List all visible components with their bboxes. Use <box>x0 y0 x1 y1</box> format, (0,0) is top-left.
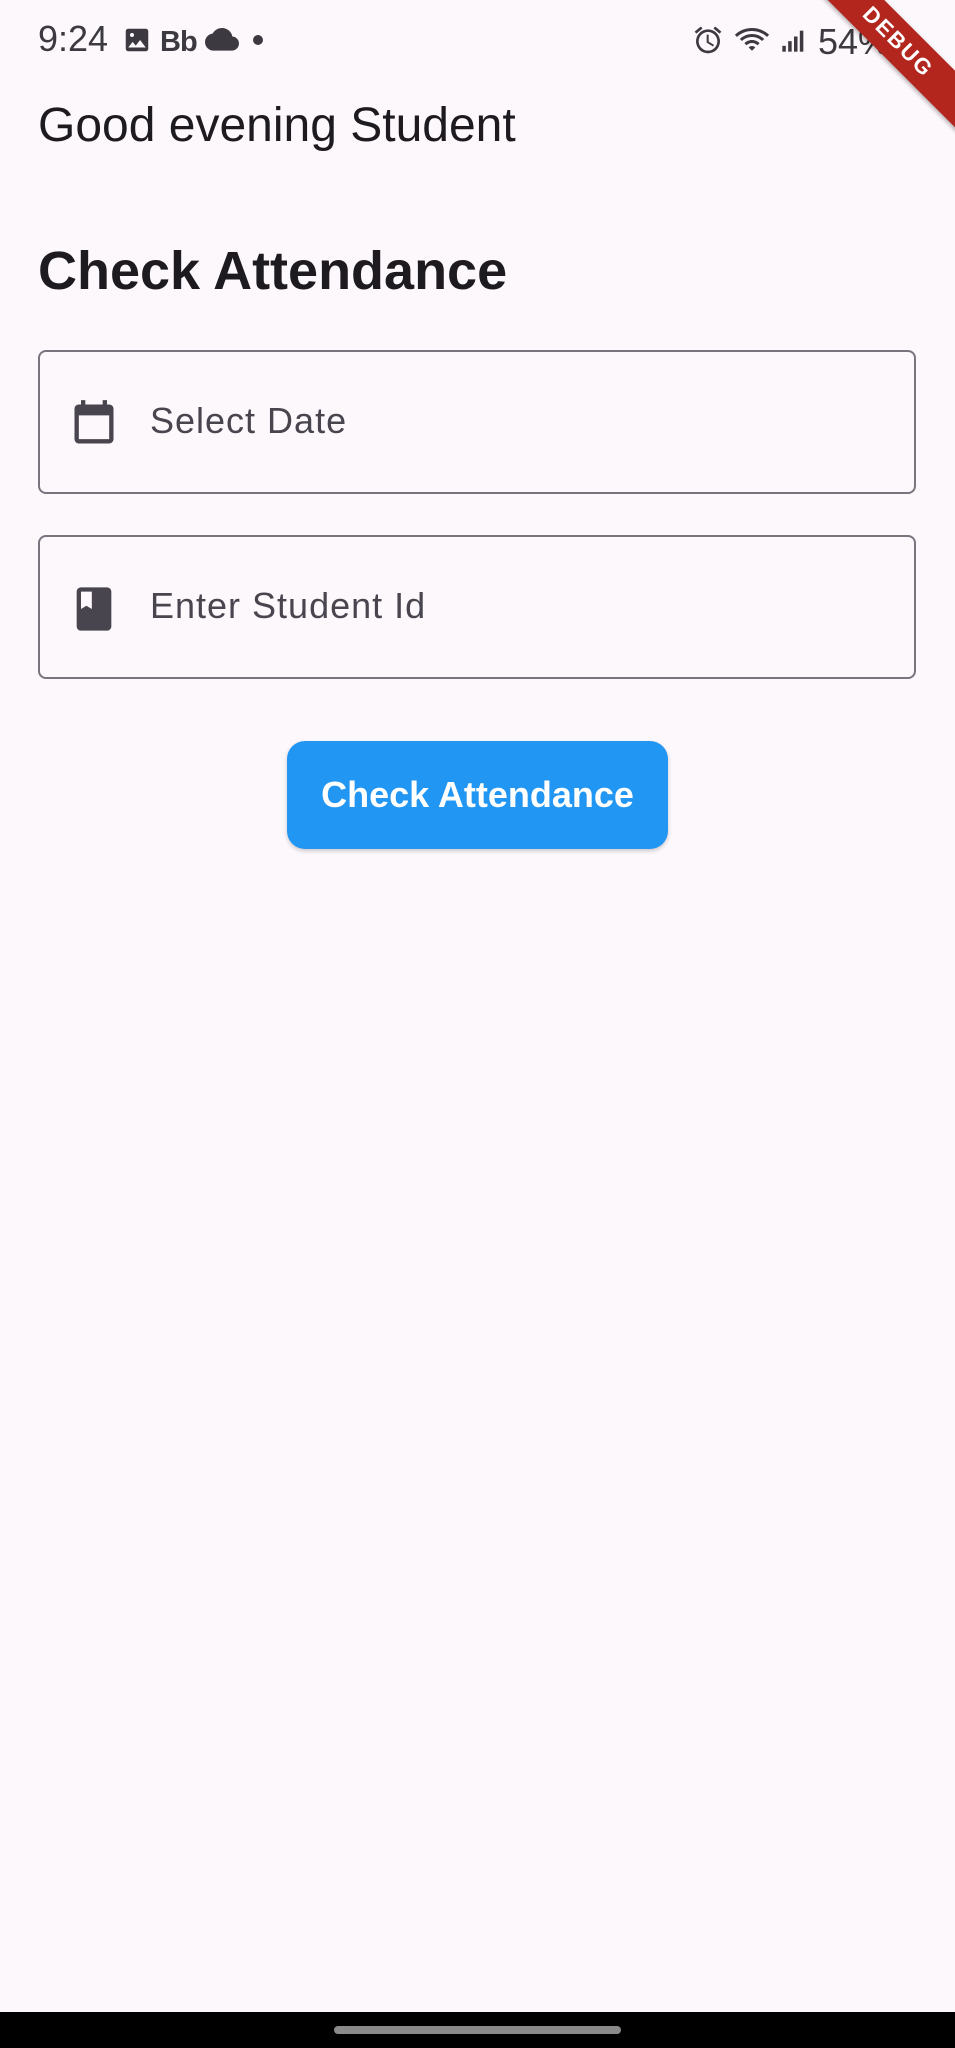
student-id-field[interactable]: Enter Student Id <box>38 535 916 679</box>
home-indicator[interactable] <box>334 2026 621 2034</box>
check-attendance-button[interactable]: Check Attendance <box>287 741 668 849</box>
blackboard-app-icon: Bb <box>160 25 198 58</box>
select-date-field[interactable]: Select Date <box>38 350 916 494</box>
gallery-icon <box>122 25 152 60</box>
cloud-icon <box>204 27 239 58</box>
dot-icon <box>247 29 269 56</box>
calendar-icon <box>68 398 120 450</box>
select-date-placeholder: Select Date <box>150 400 348 441</box>
navigation-bar <box>0 2012 955 2048</box>
signal-icon <box>780 26 808 59</box>
status-time: 9:24 <box>38 18 109 59</box>
status-notification-icons: Bb <box>122 24 269 60</box>
greeting-text: Good evening Student <box>38 99 516 152</box>
student-id-placeholder: Enter Student Id <box>150 585 427 626</box>
alarm-icon <box>692 24 724 61</box>
page-title: Check Attendance <box>38 241 508 301</box>
book-icon <box>68 583 120 635</box>
status-bar: 9:24 Bb 54% <box>0 0 955 84</box>
wifi-icon <box>734 24 770 61</box>
